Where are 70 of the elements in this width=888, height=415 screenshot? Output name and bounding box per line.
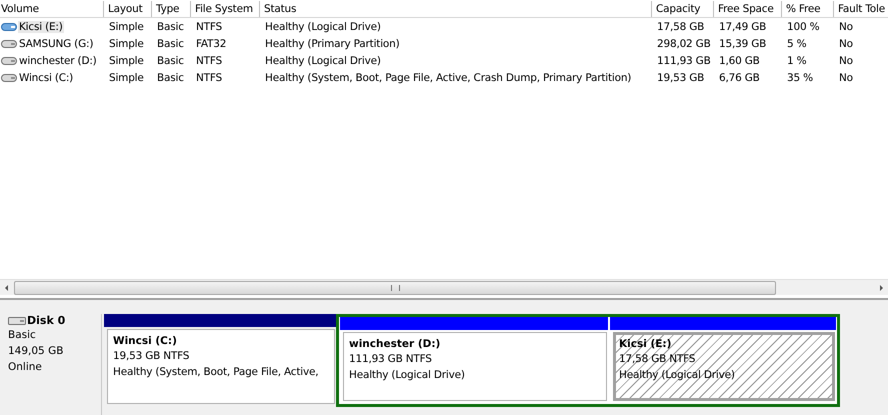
disk-size: 149,05 GB (8, 344, 64, 359)
column-header[interactable]: File System (191, 0, 260, 16)
table-cell: 100 % (787, 20, 820, 32)
partition-status: Healthy (Logical Drive) (349, 368, 466, 383)
partition-status: Healthy (System, Boot, Page File, Active, (113, 365, 320, 380)
drive-icon (1, 22, 17, 32)
partition-title: winchester (D:) (349, 337, 442, 351)
partition-size: 17,58 GB NTFS (619, 352, 696, 367)
partition-size: 111,93 GB NTFS (349, 352, 433, 367)
partition-block[interactable]: winchester (D:) 111,93 GB NTFS Healthy (Logical Drive) (343, 332, 607, 401)
partition-status: Healthy (Logical Drive) (619, 368, 736, 383)
volume-name[interactable]: Wincsi (C:) (18, 72, 74, 84)
table-cell: 298,02 GB (657, 38, 711, 50)
column-header[interactable]: Capacity (652, 0, 714, 16)
partition-title: Kicsi (E:) (619, 337, 672, 351)
table-cell: 5 % (787, 38, 806, 50)
table-cell: Basic (157, 20, 184, 32)
disk-info-panel[interactable]: Disk 0 Basic 149,05 GB Online (0, 314, 102, 415)
table-cell: Healthy (Logical Drive) (265, 54, 381, 66)
drive-icon (1, 38, 17, 48)
scroll-right-arrow-icon[interactable] (880, 284, 883, 290)
table-cell: Basic (157, 38, 184, 50)
drive-icon (1, 72, 17, 82)
disk-name: Disk 0 (27, 314, 66, 327)
table-cell: FAT32 (196, 38, 226, 50)
column-header[interactable]: Status (260, 0, 652, 16)
partition-title: Wincsi (C:) (113, 334, 178, 348)
table-cell: No (839, 38, 853, 50)
disk-state: Online (8, 360, 43, 375)
drive-icon (1, 56, 17, 66)
table-cell: 17,58 GB (657, 20, 704, 32)
column-header[interactable]: Volume (0, 0, 104, 16)
horizontal-scrollbar[interactable] (0, 279, 888, 295)
table-cell: Basic (157, 54, 184, 66)
table-cell: NTFS (196, 20, 222, 32)
table-cell: 1 % (787, 54, 806, 66)
table-cell: No (839, 54, 853, 66)
table-cell: 17,49 GB (719, 20, 766, 32)
column-header[interactable]: Fault Tole (834, 0, 888, 16)
table-cell: 1,60 GB (719, 54, 760, 66)
table-cell: Healthy (System, Boot, Page File, Active, Crash Dump, Primary Partition) (265, 72, 632, 84)
volume-name[interactable]: SAMSUNG (G:) (18, 38, 94, 50)
table-cell: No (839, 72, 853, 84)
table-cell: 6,76 GB (719, 72, 760, 84)
volume-name[interactable]: winchester (D:) (18, 54, 98, 66)
table-cell: 35 % (787, 72, 813, 84)
table-cell: Healthy (Primary Partition) (265, 38, 400, 50)
volume-name[interactable]: Kicsi (E:) (18, 20, 64, 32)
table-cell: 19,53 GB (657, 72, 704, 84)
column-header[interactable]: Type (152, 0, 191, 16)
partition-block[interactable]: Wincsi (C:) 19,53 GB NTFS Healthy (System, Boot, Page File, Active, (107, 329, 335, 404)
table-cell: Healthy (Logical Drive) (265, 20, 381, 32)
table-cell: NTFS (196, 54, 222, 66)
column-header[interactable]: Free Space (714, 0, 782, 16)
column-header[interactable]: Layout (104, 0, 152, 16)
partition-block[interactable]: Kicsi (E:) 17,58 GB NTFS Healthy (Logical Drive) (613, 332, 835, 401)
scrollbar-thumb[interactable] (14, 280, 776, 294)
table-cell: Simple (109, 54, 144, 66)
partition-size: 19,53 GB NTFS (113, 349, 190, 364)
table-cell: Simple (109, 72, 144, 84)
scroll-left-arrow-icon[interactable] (5, 284, 8, 290)
table-cell: Basic (157, 72, 184, 84)
table-cell: No (839, 20, 853, 32)
table-cell: Simple (109, 38, 144, 50)
table-cell: 15,39 GB (719, 38, 766, 50)
table-cell: 111,93 GB (657, 54, 711, 66)
table-cell: Simple (109, 20, 144, 32)
disk-type: Basic (8, 328, 37, 343)
table-cell: NTFS (196, 72, 222, 84)
column-header[interactable]: % Free (782, 0, 834, 16)
